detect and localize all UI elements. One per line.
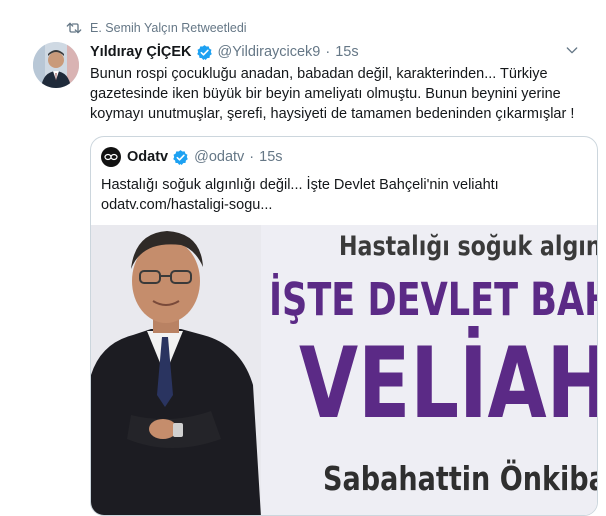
image-headline-2: İŞTE DEVLET BAHÇ — [269, 273, 597, 326]
quoted-link[interactable]: odatv.com/hastaligi-sogu... — [101, 197, 272, 213]
image-headline-3: VELİAH — [299, 327, 598, 441]
tweet-header: Yıldıray ÇİÇEK @Yildiraycicek9 · 15s — [90, 42, 590, 62]
quoted-tweet-image[interactable]: Hastalığı soğuk algınl İŞTE DEVLET BAHÇ … — [91, 225, 598, 515]
quoted-author-handle[interactable]: @odatv — [194, 149, 244, 165]
author-handle[interactable]: @Yildiraycicek9 — [218, 44, 321, 60]
tweet-time[interactable]: 15s — [335, 44, 358, 60]
separator-dot: · — [325, 44, 331, 60]
quoted-text-line1: Hastalığı soğuk algınlığı değil... İşte … — [101, 177, 499, 193]
person-photo — [91, 225, 261, 515]
quoted-author-name[interactable]: Odatv — [127, 149, 168, 165]
chevron-down-icon[interactable] — [564, 42, 580, 62]
quoted-tweet-header: Odatv @odatv · 15s — [101, 147, 283, 167]
retweet-label: E. Semih Yalçın Retweetledi — [90, 21, 247, 35]
separator-dot: · — [249, 149, 255, 165]
author-name[interactable]: Yıldıray ÇİÇEK — [90, 44, 192, 60]
quoted-tweet-text: Hastalığı soğuk algınlığı değil... İşte … — [101, 175, 571, 215]
quoted-tweet[interactable]: Odatv @odatv · 15s Hastalığı soğuk algın… — [90, 136, 598, 516]
retweet-icon — [66, 21, 82, 35]
verified-badge-icon — [172, 149, 189, 166]
verified-badge-icon — [196, 44, 213, 61]
image-headline-4: Sabahattin Önkiba — [323, 459, 598, 498]
tweet-text: Bunun rospi çocukluğu anadan, babadan de… — [90, 66, 575, 122]
retweet-indicator[interactable]: E. Semih Yalçın Retweetledi — [66, 20, 247, 36]
quoted-tweet-time[interactable]: 15s — [259, 149, 282, 165]
author-avatar[interactable] — [33, 42, 79, 88]
image-headline-1: Hastalığı soğuk algınl — [339, 231, 598, 262]
odatv-avatar[interactable] — [101, 147, 121, 167]
